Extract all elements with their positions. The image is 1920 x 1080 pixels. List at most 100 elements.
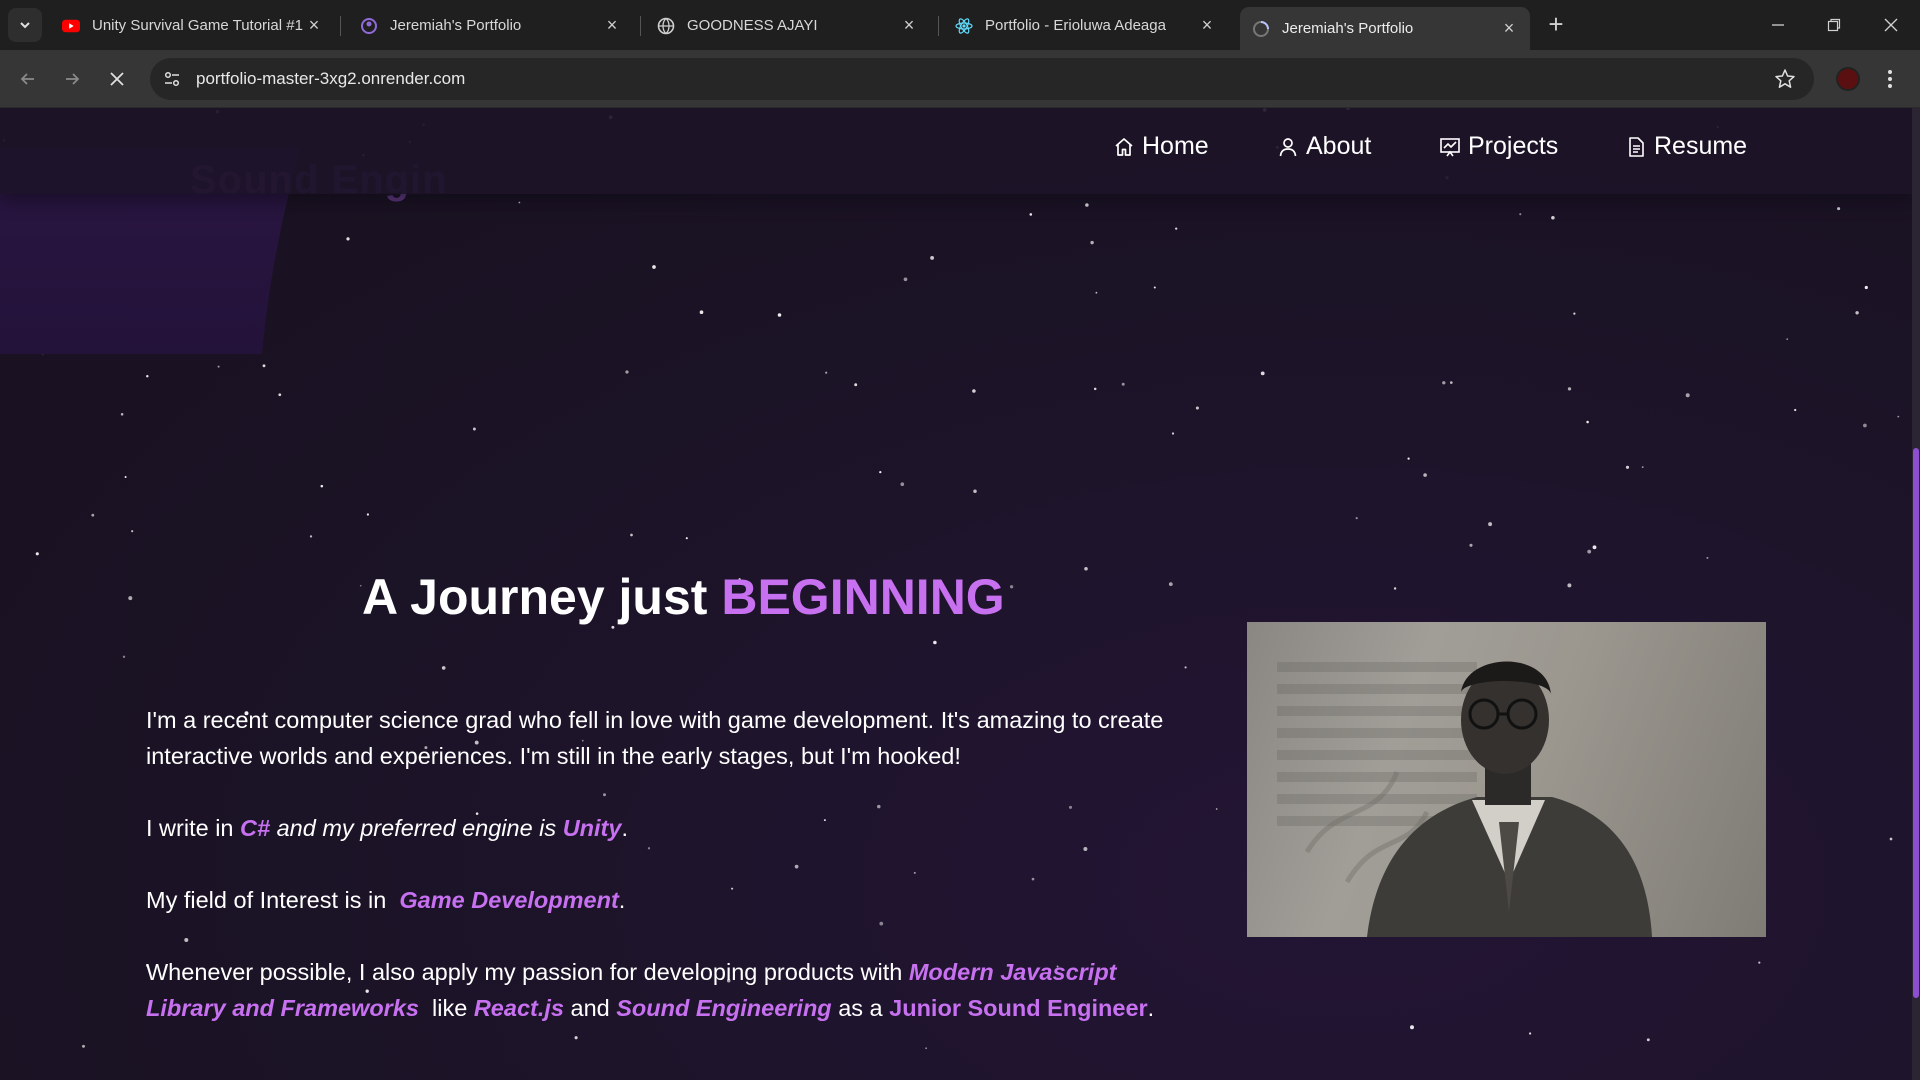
close-window-button[interactable] [1871,8,1911,42]
url-text[interactable]: portfolio-master-3xg2.onrender.com [196,69,465,89]
star-dot [1029,213,1033,216]
star-dot [1837,207,1841,211]
text-segment: and my preferred engine is [270,815,563,841]
star-dot [1586,420,1589,424]
document-icon [1624,135,1648,159]
star-dot [472,427,476,431]
star-dot [602,793,607,797]
intro-paragraph: I'm a recent computer science grad who f… [146,707,1164,769]
text-segment: I write in [146,815,241,841]
nav-about-label: About [1306,132,1372,160]
minimize-button[interactable] [1758,8,1798,42]
star-dot [925,1047,927,1050]
tab-jeremiah-portfolio-active[interactable]: Jeremiah's Portfolio × [1240,7,1530,50]
close-icon[interactable]: × [603,15,621,35]
star-dot [1084,567,1088,571]
star-dot [320,484,324,488]
star-dot [1528,1032,1532,1035]
star-dot [1855,311,1859,315]
restore-button[interactable] [1814,8,1854,42]
star-dot [518,201,521,204]
text-segment: and [563,995,617,1021]
star-dot [1685,393,1690,398]
browser-toolbar: portfolio-master-3xg2.onrender.com [0,50,1920,108]
text-segment: Whenever possible, I also apply my passi… [146,959,909,985]
tab-title: Unity Survival Game Tutorial #1 [92,17,303,34]
star-dot [854,383,858,387]
profile-avatar[interactable] [1836,67,1860,91]
react-icon [955,17,973,35]
star-dot [1090,240,1094,245]
nav-projects[interactable]: Projects [1438,132,1558,161]
tab-search-button[interactable] [8,8,42,42]
star-dot [1449,381,1453,384]
star-dot [930,255,935,260]
close-icon[interactable]: × [900,15,918,35]
scrollbar-thumb[interactable] [1913,448,1919,998]
home-icon [1112,135,1136,159]
star-dot [82,1044,85,1048]
interest-paragraph: My field of Interest is in Game Developm… [146,882,625,918]
close-icon[interactable]: × [1198,15,1216,35]
nav-projects-label: Projects [1468,132,1559,160]
text-segment: . [618,887,626,913]
page-scrollbar[interactable] [1912,108,1920,1080]
nav-about[interactable]: About [1276,132,1371,161]
star-dot [699,310,704,315]
close-icon[interactable]: × [1500,18,1518,38]
text-segment: . [621,815,628,841]
text-segment: My field of Interest is in [146,887,393,913]
tab-erioluwa-portfolio[interactable]: Portfolio - Erioluwa Adeaga × [943,7,1228,44]
restore-icon [1827,18,1841,32]
star-dot [1093,387,1097,391]
tab-separator [938,16,939,36]
star-dot [1031,877,1035,881]
nav-home[interactable]: Home [1112,132,1209,161]
profile-photo [1247,622,1766,937]
star-dot [1889,837,1893,841]
star-dot [1551,216,1555,220]
star-dot [823,819,826,822]
loading-icon [1252,20,1270,38]
star-dot [217,365,220,368]
close-icon[interactable]: × [305,15,323,35]
star-dot [1706,556,1709,559]
site-settings-icon[interactable] [162,69,182,89]
star-dot [1625,465,1630,469]
tab-jeremiah-portfolio[interactable]: Jeremiah's Portfolio × [348,7,633,44]
star-dot [1567,387,1572,391]
star-dot [346,237,350,241]
tab-goodness-ajayi[interactable]: GOODNESS AJAYI × [645,7,930,44]
star-dot [903,277,908,282]
star-dot [1469,543,1473,547]
tab-unity-tutorial[interactable]: Unity Survival Game Tutorial #1 × [50,7,335,44]
star-dot [625,370,629,374]
heading-accent: BEGINNING [721,569,1005,625]
star-dot [120,413,124,416]
star-dot [278,393,282,397]
star-dot [1168,582,1173,586]
star-dot [1567,583,1572,588]
back-button[interactable] [11,62,45,96]
star-dot [1573,312,1576,315]
youtube-icon [62,17,80,35]
stop-loading-button[interactable] [100,62,134,96]
forward-button[interactable] [55,62,89,96]
reactjs-highlight: React.js [473,995,564,1021]
tab-title: GOODNESS AJAYI [687,17,818,34]
star-dot [1009,585,1014,589]
new-tab-button[interactable]: + [1542,10,1570,38]
star-dot [879,470,882,474]
star-dot [1121,382,1125,386]
star-dot [1641,466,1644,469]
bookmark-star-icon[interactable] [1774,68,1796,90]
browser-menu-button[interactable] [1880,65,1900,93]
star-dot [1393,587,1397,590]
star-dot [1175,227,1178,230]
star-dot [652,265,656,269]
star-dot [1085,203,1089,207]
address-bar[interactable]: portfolio-master-3xg2.onrender.com [150,58,1814,100]
tab-title: Jeremiah's Portfolio [1282,20,1414,37]
nav-resume[interactable]: Resume [1624,132,1747,161]
star-dot [731,887,734,890]
